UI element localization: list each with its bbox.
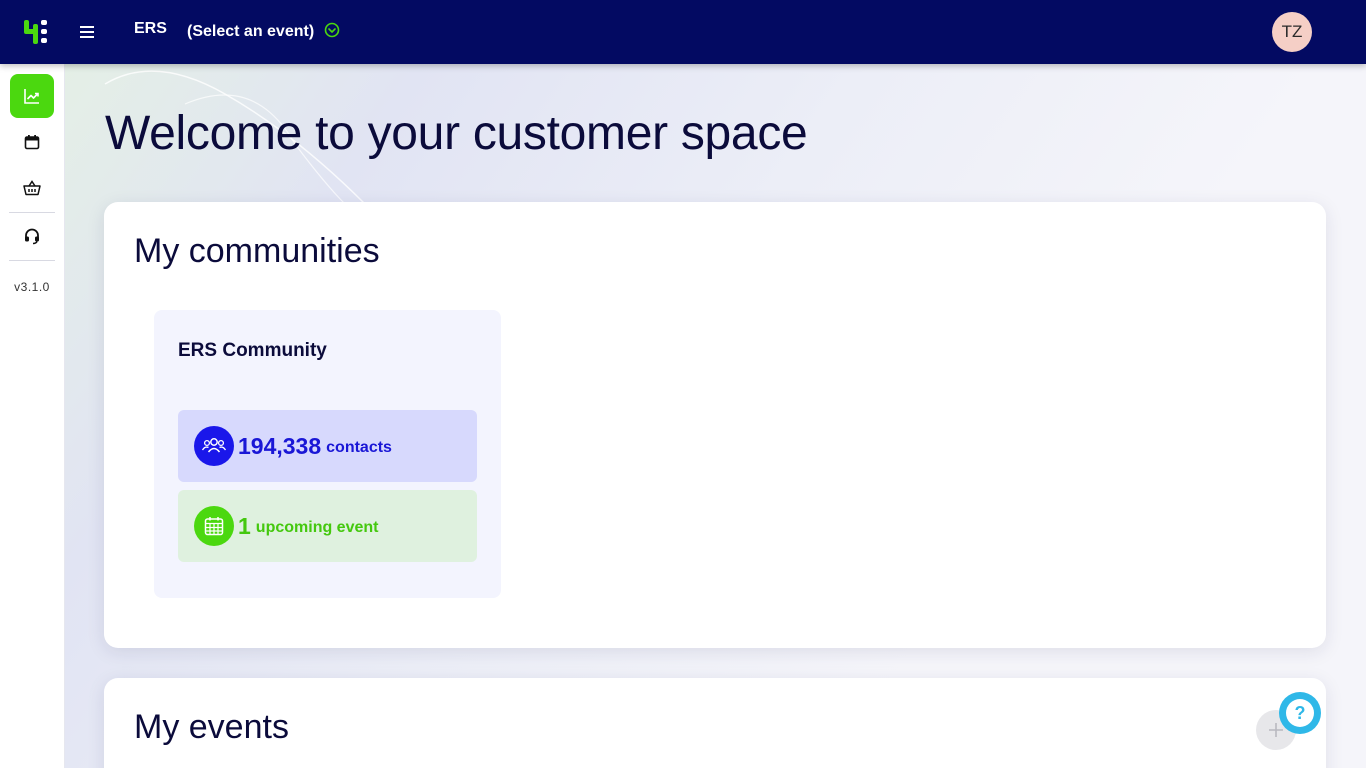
community-name: ERS Community xyxy=(178,340,327,361)
user-initials: TZ xyxy=(1281,22,1303,41)
app-version: v3.1.0 xyxy=(14,280,50,294)
events-panel: My events xyxy=(104,678,1326,768)
sidebar-item-shop[interactable] xyxy=(10,166,54,210)
communities-title: My communities xyxy=(134,232,380,270)
user-avatar[interactable]: TZ xyxy=(1272,12,1312,52)
top-bar: ERS (Select an event) TZ xyxy=(0,0,1366,64)
page-title-emphasis: customer space xyxy=(472,107,808,160)
brand-name: ERS xyxy=(134,20,167,37)
event-selector-label: (Select an event) xyxy=(187,23,315,40)
upcoming-events-count: 1 xyxy=(238,512,251,539)
community-card[interactable]: ERS Community 194,338 contacts 1 upcomin… xyxy=(154,310,501,598)
contacts-stat[interactable]: 194,338 contacts xyxy=(178,410,477,482)
page-title-prefix: Welcome to your xyxy=(105,107,460,160)
calendar-icon xyxy=(24,135,40,150)
events-title: My events xyxy=(134,708,289,746)
sidebar-item-calendar[interactable] xyxy=(10,120,54,164)
upcoming-events-stat[interactable]: 1 upcoming event xyxy=(178,490,477,562)
users-icon xyxy=(194,426,234,466)
calendar-grid-icon xyxy=(194,506,234,546)
app-logo-icon[interactable] xyxy=(22,18,50,46)
headset-icon xyxy=(25,228,39,245)
sidebar-divider xyxy=(9,212,55,213)
sidebar-divider xyxy=(9,260,55,261)
hamburger-menu-icon[interactable] xyxy=(74,18,102,46)
upcoming-events-label: upcoming event xyxy=(255,519,379,536)
communities-panel: My communities ERS Community 194,338 con… xyxy=(104,202,1326,648)
sidebar-item-support[interactable] xyxy=(10,214,54,258)
sidebar: v3.1.0 xyxy=(0,64,65,768)
basket-icon xyxy=(23,180,41,196)
chart-trend-icon xyxy=(24,89,39,104)
contacts-count: 194,338 xyxy=(238,432,322,459)
page-title: Welcome to your customer space xyxy=(105,106,808,161)
event-selector[interactable]: (Select an event) xyxy=(187,18,340,46)
contacts-label: contacts xyxy=(326,439,392,456)
question-mark-icon: ? xyxy=(1286,699,1314,727)
sidebar-item-dashboard[interactable] xyxy=(10,74,54,118)
chevron-down-circle-icon xyxy=(324,22,340,43)
help-button[interactable]: ? xyxy=(1279,692,1321,734)
